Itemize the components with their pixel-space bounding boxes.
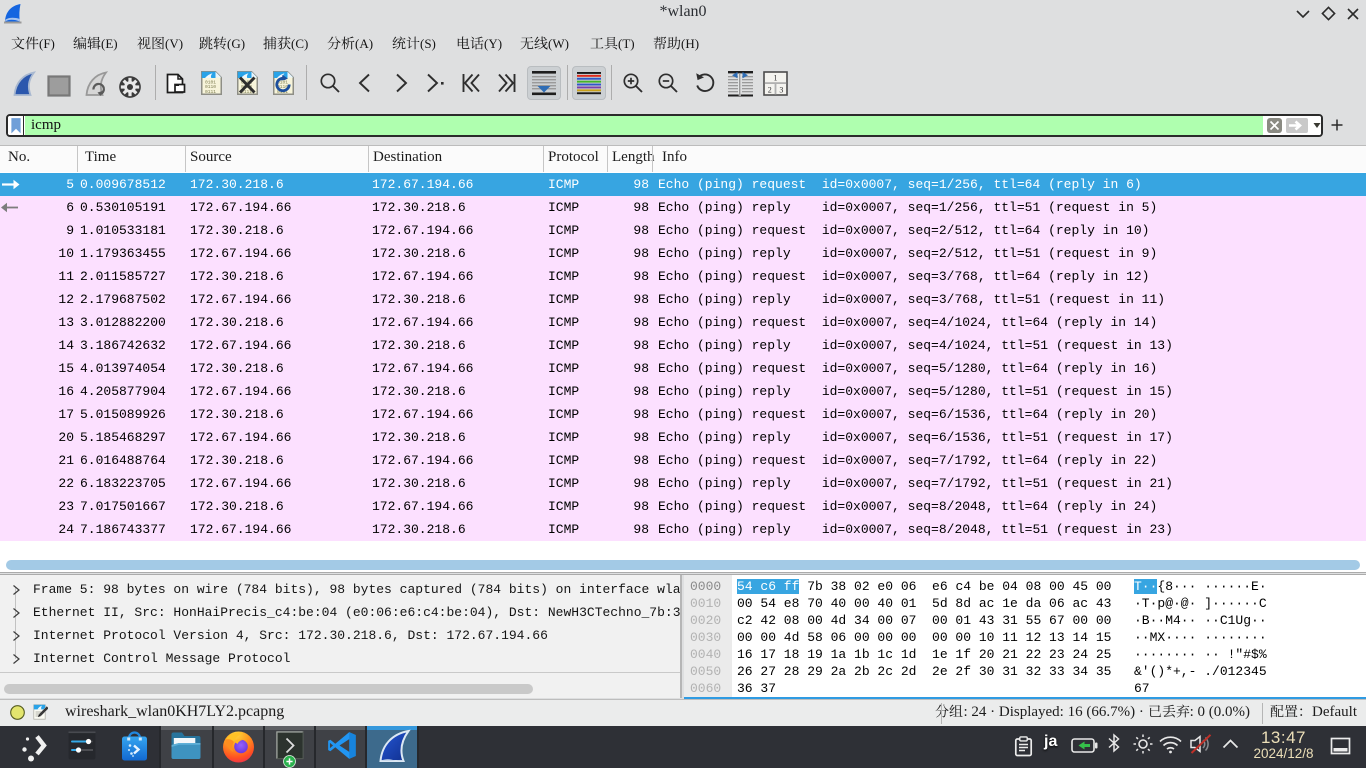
svg-text:1: 1 bbox=[774, 74, 778, 83]
svg-text:0111: 0111 bbox=[205, 89, 216, 95]
svg-text:3: 3 bbox=[779, 86, 783, 95]
svg-text:2: 2 bbox=[768, 86, 772, 95]
